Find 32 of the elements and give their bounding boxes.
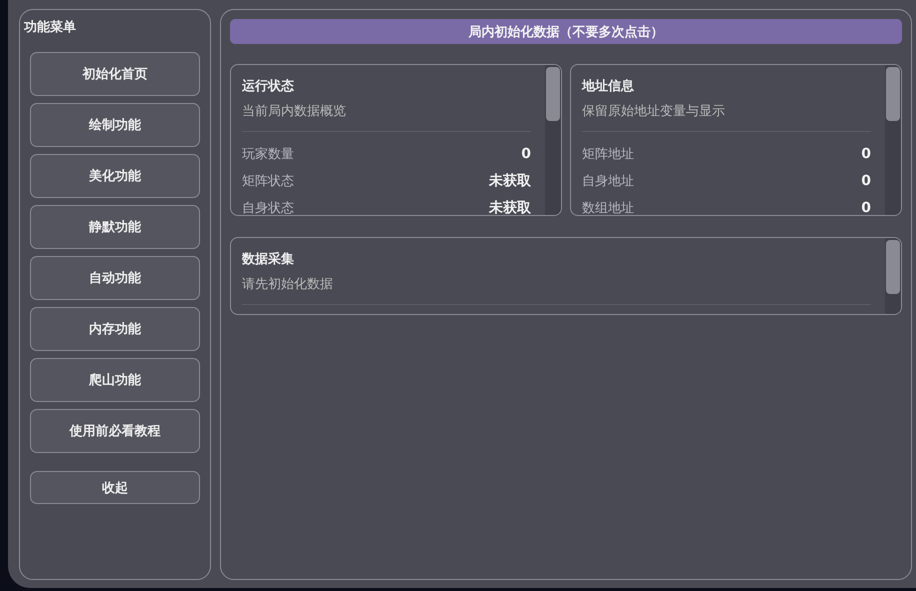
row-value: 0: [861, 146, 871, 162]
menu-button[interactable]: 静默功能: [30, 205, 200, 249]
card-subtitle: 请先初始化数据: [242, 276, 334, 294]
row-value: 0: [861, 172, 871, 188]
row-label: 玩家数量: [242, 146, 294, 162]
scrollbar[interactable]: [545, 65, 561, 215]
row-label: 数组地址: [582, 200, 634, 215]
menu-button[interactable]: 使用前必看教程: [30, 409, 200, 453]
card-subtitle: 保留原始地址变量与显示: [582, 103, 726, 121]
init-data-button[interactable]: 局内初始化数据（不要多次点击）: [230, 19, 902, 44]
row-value: 未获取: [489, 172, 531, 190]
menu-button[interactable]: 内存功能: [30, 307, 200, 351]
menu-button[interactable]: 自动功能: [30, 256, 200, 300]
card-subtitle: 当前局内数据概览: [242, 103, 347, 121]
menu-button[interactable]: 爬山功能: [30, 358, 200, 402]
scrollbar[interactable]: [885, 65, 901, 215]
collapse-button[interactable]: 收起: [30, 471, 200, 504]
row-label: 自身地址: [582, 172, 634, 190]
card-title: 数据采集: [242, 250, 295, 269]
sidebar-title: 功能菜单: [24, 19, 77, 36]
card-title: 地址信息: [582, 78, 635, 96]
row-value: 未获取: [489, 198, 531, 215]
row-label: 矩阵地址: [582, 146, 634, 162]
row-value: 0: [861, 200, 871, 215]
row-label: 矩阵状态: [242, 172, 294, 190]
row-value: 0: [521, 146, 531, 162]
menu-button[interactable]: 绘制功能: [30, 103, 200, 147]
menu-button[interactable]: 美化功能: [30, 154, 200, 198]
card-title: 运行状态: [242, 78, 295, 96]
row-label: 自身状态: [242, 200, 294, 215]
scrollbar[interactable]: [885, 238, 901, 314]
menu-button[interactable]: 初始化首页: [30, 52, 200, 96]
